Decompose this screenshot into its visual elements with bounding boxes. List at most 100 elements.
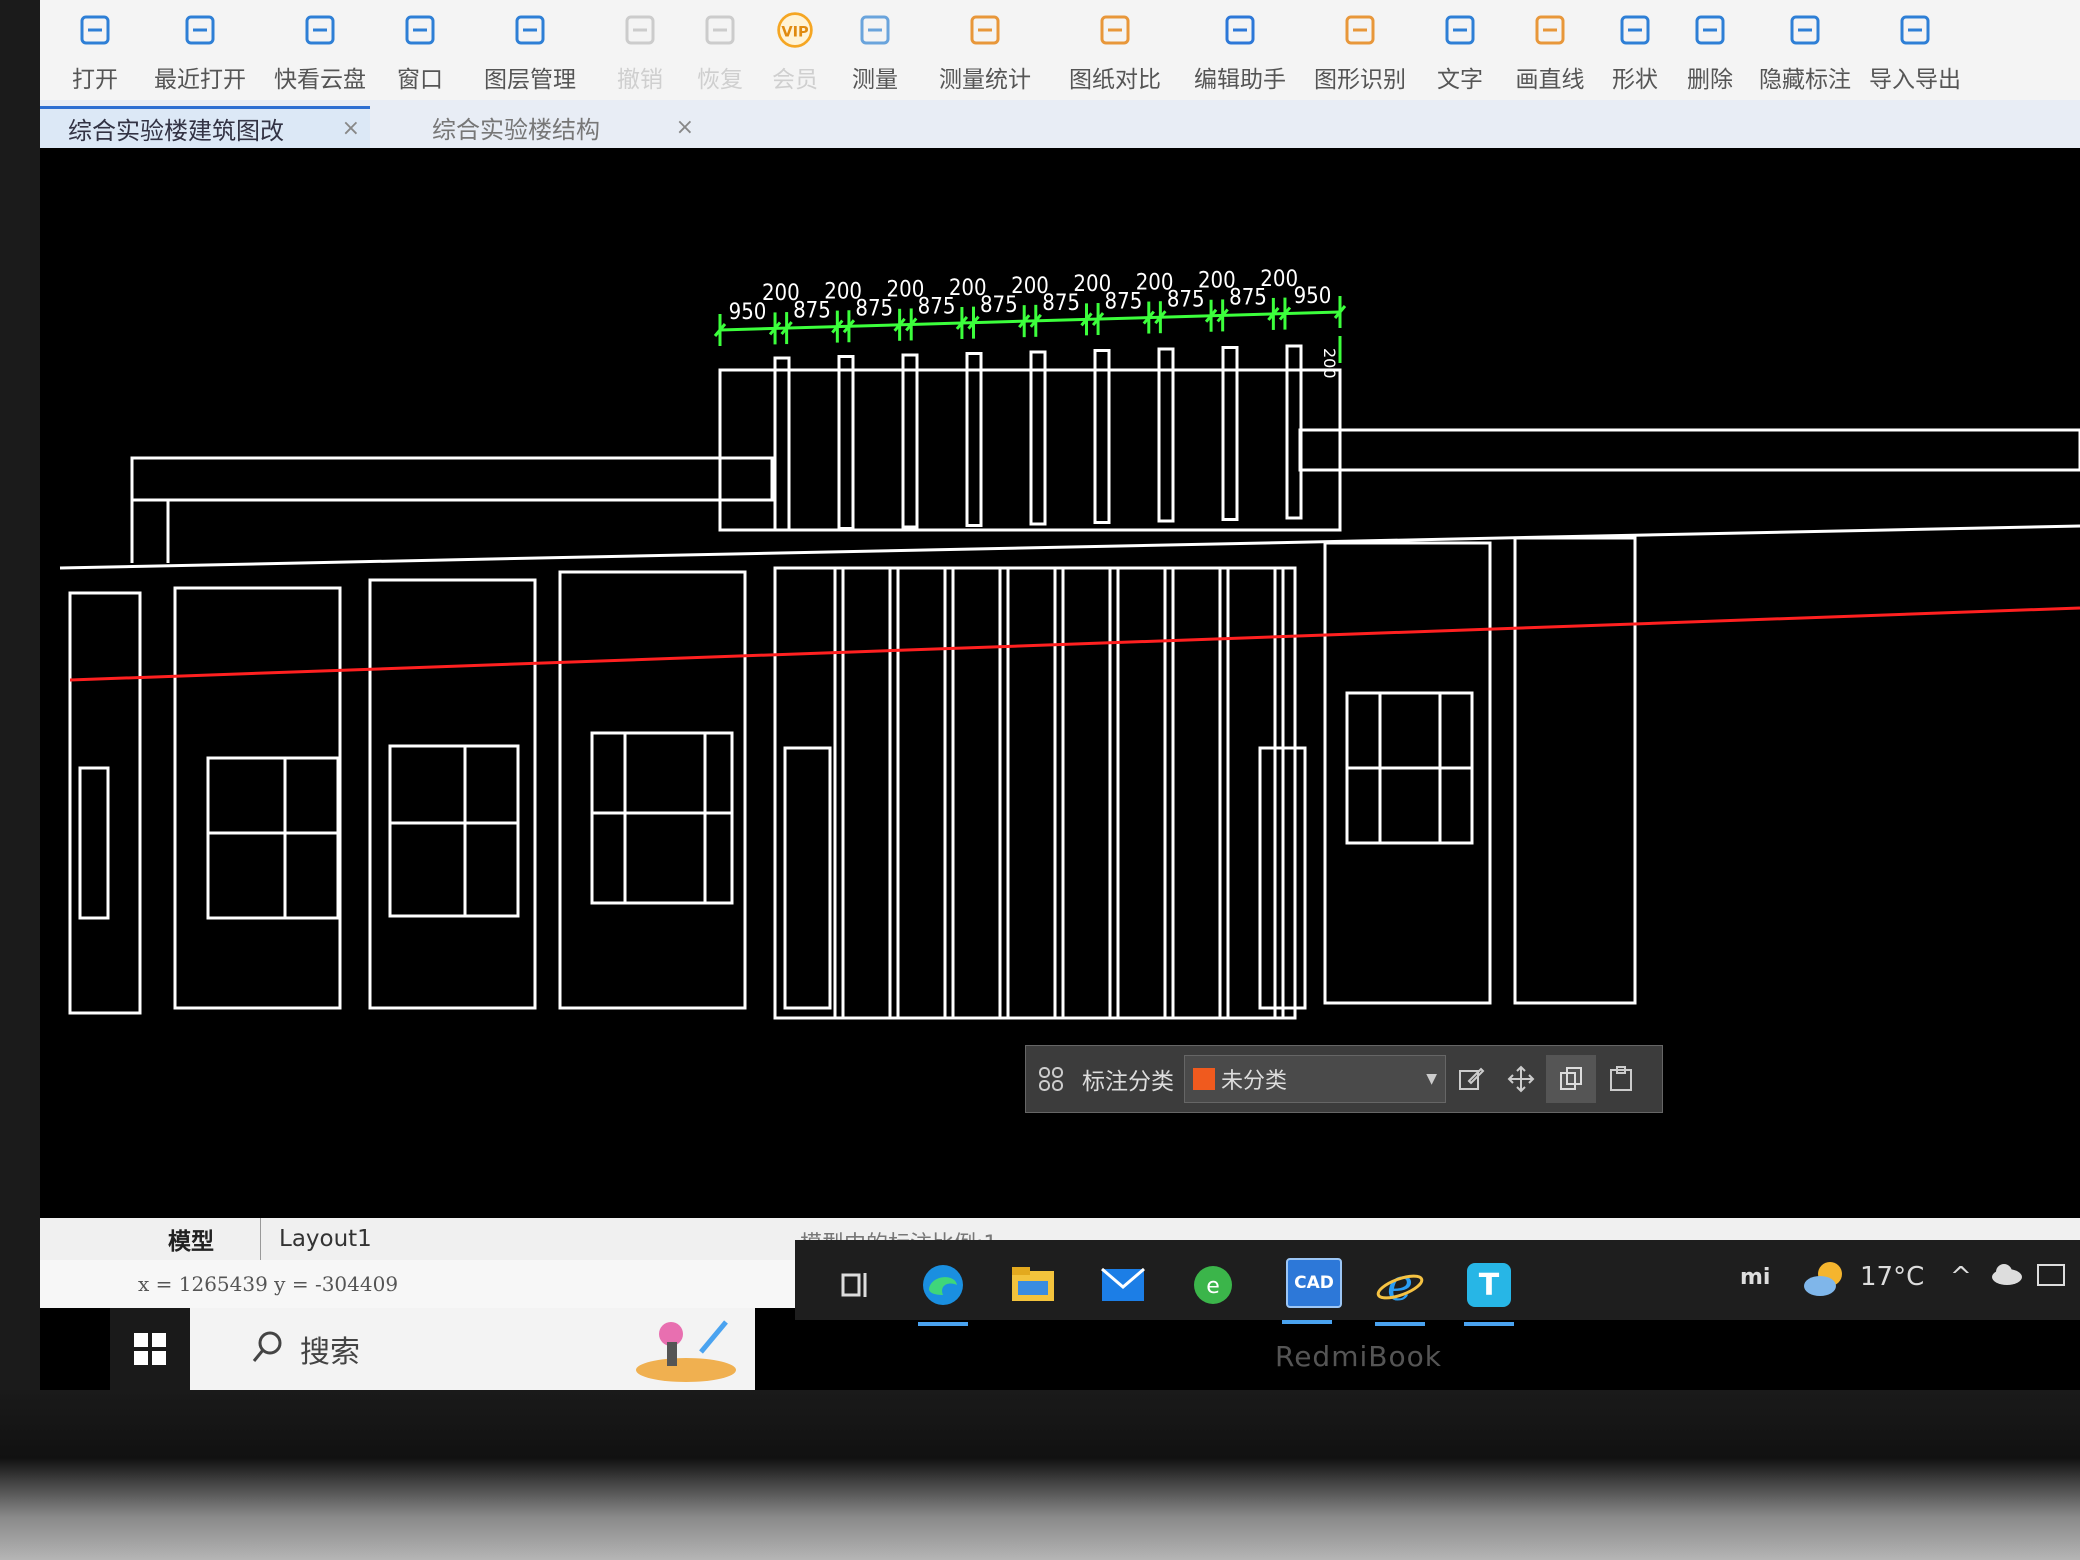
toolbar-label: 画直线 [1515, 67, 1585, 93]
internet-explorer-icon[interactable]: e [1365, 1250, 1435, 1326]
edge-browser-icon[interactable] [908, 1250, 978, 1326]
toolbar-button-10[interactable]: 图纸对比 [1050, 0, 1180, 100]
tab-model[interactable]: 模型 [150, 1218, 232, 1260]
shape-recognize-icon [1340, 10, 1380, 50]
toolbar-button-2[interactable]: 快看云盘 [260, 0, 380, 100]
toolbar-button-0[interactable]: 打开 [50, 0, 140, 100]
tray-brand[interactable]: mi [1740, 1265, 1770, 1290]
text-app-icon[interactable]: T [1454, 1250, 1524, 1326]
ruler-icon [855, 10, 895, 50]
text-icon [1440, 10, 1480, 50]
toolbar-button-6[interactable]: 恢复 [680, 0, 760, 100]
toolbar-button-1[interactable]: 最近打开 [140, 0, 260, 100]
toolbar-label: 编辑助手 [1194, 67, 1286, 93]
taskbar-search-box[interactable]: 搜索 [190, 1308, 755, 1390]
dimension-side-label: 200 [1320, 348, 1339, 379]
measure-stats-icon [965, 10, 1005, 50]
toolbar-label: 测量统计 [939, 67, 1031, 93]
grid-icon[interactable] [1026, 1055, 1076, 1103]
cursor-coordinates: x = 1265439 y = -304409 [138, 1272, 399, 1296]
toolbar-label: 窗口 [397, 67, 443, 93]
copy-icon[interactable] [1546, 1055, 1596, 1103]
export-icon [1895, 10, 1935, 50]
status-bar: x = 1265439 y = -304409 [40, 1260, 800, 1308]
laptop-bezel-bottom [0, 1390, 2080, 1560]
toolbar-label: 测量 [852, 67, 898, 93]
edit-assistant-icon [1220, 10, 1260, 50]
tab-drawing-architecture[interactable]: 综合实验楼建筑图改 × [40, 106, 370, 148]
dimension-label: 950 [729, 300, 767, 325]
edit-icon[interactable] [1446, 1055, 1496, 1103]
line-icon [1530, 10, 1570, 50]
toolbar-label: 删除 [1687, 67, 1733, 93]
eraser-icon [1690, 10, 1730, 50]
cad-app-icon[interactable]: CAD [1272, 1248, 1356, 1324]
toolbar-button-17[interactable]: 隐藏标注 [1750, 0, 1860, 100]
move-icon[interactable] [1496, 1055, 1546, 1103]
onedrive-cloud-icon[interactable] [1990, 1262, 2024, 1293]
toolbar-button-13[interactable]: 文字 [1420, 0, 1500, 100]
document-tabbar: 综合实验楼建筑图改 × 综合实验楼结构 × [40, 100, 2080, 148]
svg-text:e: e [1206, 1274, 1220, 1299]
weather-icon[interactable] [1802, 1256, 1848, 1307]
cad-app-label: CAD [1286, 1258, 1342, 1308]
toolbar-label: 快看云盘 [274, 67, 366, 93]
annotation-category-label: 标注分类 [1082, 1069, 1174, 1095]
tab-drawing-structure[interactable]: 综合实验楼结构 × [374, 106, 704, 148]
file-explorer-icon[interactable] [998, 1250, 1068, 1320]
toolbar-label: 隐藏标注 [1759, 67, 1851, 93]
toolbar-button-9[interactable]: 测量统计 [920, 0, 1050, 100]
window-icon [400, 10, 440, 50]
toolbar-button-18[interactable]: 导入导出 [1860, 0, 1970, 100]
search-icon [250, 1329, 286, 1369]
toolbar-button-14[interactable]: 画直线 [1500, 0, 1600, 100]
svg-text:VIP: VIP [781, 24, 809, 40]
toolbar-button-11[interactable]: 编辑助手 [1180, 0, 1300, 100]
toolbar-button-4[interactable]: 图层管理 [460, 0, 600, 100]
toolbar-button-15[interactable]: 形状 [1600, 0, 1670, 100]
toolbar-label: 图形识别 [1314, 67, 1406, 93]
cloud-icon [300, 10, 340, 50]
toolbar-button-3[interactable]: 窗口 [380, 0, 460, 100]
chevron-up-icon[interactable]: ^ [1950, 1262, 1972, 1292]
category-color-swatch [1193, 1068, 1215, 1090]
annotation-classify-bar: 标注分类 未分类 ▼ [1025, 1045, 1663, 1113]
toolbar-label: 打开 [72, 67, 118, 93]
chevron-down-icon: ▼ [1426, 1071, 1437, 1087]
laptop-brand: RedmiBook [1275, 1340, 1442, 1373]
close-icon[interactable]: × [676, 115, 694, 140]
laptop-bezel-left [0, 0, 40, 1390]
toolbar-button-5[interactable]: 撤销 [600, 0, 680, 100]
tab-layout1[interactable]: Layout1 [260, 1218, 390, 1260]
history-clock-icon [180, 10, 220, 50]
task-view-icon[interactable] [820, 1250, 890, 1320]
layers-icon [510, 10, 550, 50]
toolbar-label: 图纸对比 [1069, 67, 1161, 93]
toolbar-label: 会员 [772, 67, 818, 93]
toolbar-label: 恢复 [697, 67, 743, 93]
browser-360-icon[interactable]: e [1178, 1250, 1248, 1320]
hide-eye-icon [1785, 10, 1825, 50]
close-icon[interactable]: × [342, 116, 360, 141]
flower-pot-icon [631, 1312, 741, 1386]
folder-open-icon [75, 10, 115, 50]
windows-start-button[interactable] [110, 1308, 190, 1390]
undo-icon [620, 10, 660, 50]
annotation-category-select[interactable]: 未分类 ▼ [1184, 1055, 1446, 1103]
mail-icon[interactable] [1088, 1250, 1158, 1320]
shapes-icon [1615, 10, 1655, 50]
toolbar-button-7[interactable]: VIP 会员 [760, 0, 830, 100]
compare-icon [1095, 10, 1135, 50]
network-icon[interactable] [2035, 1262, 2069, 1299]
toolbar-label: 导入导出 [1869, 67, 1961, 93]
annotation-category-value: 未分类 [1221, 1069, 1288, 1094]
toolbar-label: 形状 [1612, 67, 1658, 93]
toolbar-button-12[interactable]: 图形识别 [1300, 0, 1420, 100]
toolbar-label: 文字 [1437, 67, 1483, 93]
tab-label: 综合实验楼建筑图改 [68, 117, 284, 145]
paste-icon[interactable] [1596, 1055, 1646, 1103]
weather-temperature[interactable]: 17°C [1860, 1262, 1924, 1292]
toolbar-button-16[interactable]: 删除 [1670, 0, 1750, 100]
toolbar-button-8[interactable]: 测量 [830, 0, 920, 100]
search-placeholder: 搜索 [300, 1335, 360, 1370]
